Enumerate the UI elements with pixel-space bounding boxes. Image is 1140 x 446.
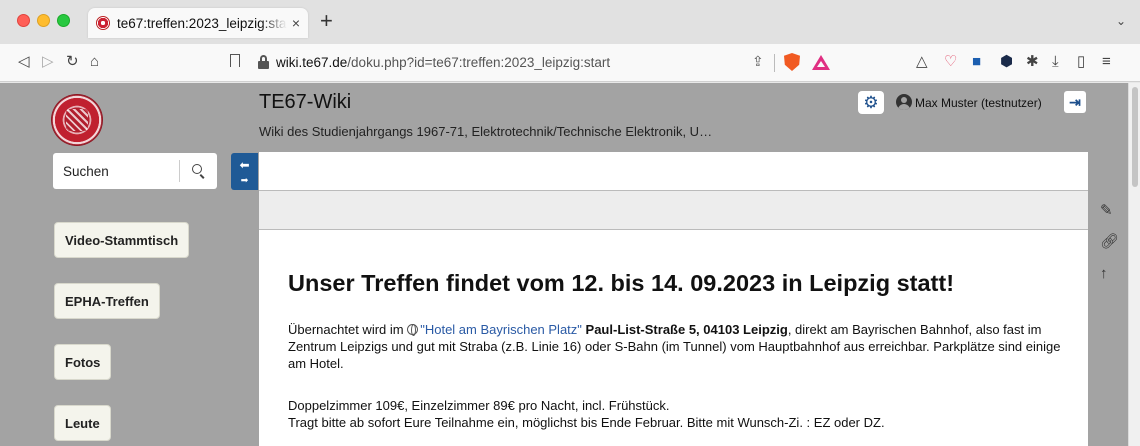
reload-icon[interactable]: ↻ bbox=[66, 53, 79, 71]
site-logo[interactable] bbox=[52, 95, 102, 145]
registration-line: Tragt bitte ab sofort Eure Teilnahme ein… bbox=[288, 415, 885, 430]
back-icon[interactable]: ◁ bbox=[18, 53, 30, 71]
tab-list-chevron-icon[interactable]: ⌄ bbox=[1116, 14, 1126, 28]
address-bar[interactable]: wiki.te67.de/doku.php?id=te67:treffen:20… bbox=[252, 50, 856, 76]
scrollbar-thumb[interactable] bbox=[1132, 87, 1138, 187]
user-name-link[interactable]: Max Muster (testnutzer) bbox=[915, 96, 1042, 110]
edit-pencil-icon[interactable]: ✎ bbox=[1100, 203, 1113, 219]
downloads-icon[interactable]: ⤓ bbox=[1052, 53, 1059, 71]
user-icon bbox=[896, 94, 912, 110]
brave-wallet-icon[interactable]: △ bbox=[916, 53, 928, 71]
search-icon bbox=[192, 164, 206, 179]
arrow-left-icon: ⬅ bbox=[239, 158, 250, 172]
tab-bar: te67:treffen:2023_leipzig:start × + ⌄ bbox=[0, 0, 1140, 44]
search-box bbox=[53, 153, 217, 189]
content-header bbox=[259, 152, 1088, 190]
paragraph-hotel: Übernachtet wird im "Hotel am Bayrischen… bbox=[288, 321, 1068, 372]
page-scrollbar[interactable] bbox=[1128, 83, 1140, 446]
paragraph-prices: Doppelzimmer 109€, Einzelzimmer 89€ pro … bbox=[288, 397, 1068, 431]
site-title[interactable]: TE67-Wiki bbox=[259, 91, 351, 114]
close-window-button[interactable] bbox=[17, 14, 30, 27]
hotel-link[interactable]: "Hotel am Bayrischen Platz" bbox=[420, 322, 582, 337]
globe-icon bbox=[407, 324, 419, 336]
arrow-right-icon: ➡ bbox=[240, 175, 249, 185]
tab-close-icon[interactable]: × bbox=[292, 15, 300, 31]
sidebar-item-video-stammtisch[interactable]: Video-Stammtisch bbox=[54, 222, 190, 258]
share-icon[interactable]: ⇪ bbox=[752, 53, 764, 70]
sidebar-item-leute[interactable]: Leute bbox=[54, 405, 111, 441]
wiki-page: TE67-Wiki Wiki des Studienjahrgangs 1967… bbox=[0, 83, 1128, 446]
brave-rewards-icon[interactable] bbox=[812, 55, 830, 70]
admin-button[interactable]: ⚙ bbox=[858, 91, 884, 114]
page-heading: Unser Treffen findet vom 12. bis 14. 09.… bbox=[288, 270, 955, 296]
extension-blue-icon[interactable]: ■ bbox=[972, 53, 981, 71]
extensions-puzzle-icon[interactable]: ✱ bbox=[1026, 53, 1039, 71]
gear-icon: ⚙ bbox=[863, 93, 879, 112]
menu-icon[interactable]: ≡ bbox=[1102, 53, 1111, 71]
lock-icon bbox=[258, 55, 269, 69]
home-icon[interactable]: ⌂ bbox=[90, 53, 99, 71]
hotel-address: Paul-List-Straße 5, 04103 Leipzig bbox=[585, 322, 788, 337]
minimize-window-button[interactable] bbox=[37, 14, 50, 27]
hotel-intro-text: Übernachtet wird im bbox=[288, 322, 408, 337]
search-divider bbox=[179, 160, 180, 182]
logout-button[interactable]: ⇥ bbox=[1064, 91, 1086, 113]
link-icon[interactable]: 🔗︎ bbox=[1100, 234, 1119, 250]
bookmark-icon[interactable] bbox=[230, 54, 240, 67]
page-content: Unser Treffen findet vom 12. bis 14. 09.… bbox=[259, 230, 1088, 446]
url-path: /doku.php?id=te67:treffen:2023_leipzig:s… bbox=[347, 55, 611, 70]
tab-title: te67:treffen:2023_leipzig:start bbox=[117, 15, 287, 31]
search-input[interactable] bbox=[53, 153, 177, 189]
toolbar-divider bbox=[774, 54, 775, 72]
pocket-icon[interactable]: ♡ bbox=[944, 53, 957, 71]
forward-icon[interactable]: ▷ bbox=[42, 53, 54, 71]
logout-icon: ⇥ bbox=[1069, 93, 1081, 110]
page-toolbar bbox=[259, 190, 1088, 230]
zoom-window-button[interactable] bbox=[57, 14, 70, 27]
sidebar-toggle-icon[interactable]: ▯ bbox=[1077, 53, 1085, 71]
sidebar-item-epha-treffen[interactable]: EPHA-Treffen bbox=[54, 283, 160, 319]
active-tab[interactable]: te67:treffen:2023_leipzig:start × bbox=[88, 8, 308, 38]
sidebar-item-fotos[interactable]: Fotos bbox=[54, 344, 112, 380]
new-tab-button[interactable]: + bbox=[320, 10, 333, 32]
back-to-top-icon[interactable]: ↑ bbox=[1100, 266, 1108, 282]
url-text[interactable]: wiki.te67.de/doku.php?id=te67:treffen:20… bbox=[276, 55, 610, 70]
search-button[interactable] bbox=[181, 153, 217, 189]
extension-shield-icon[interactable]: ⬢ bbox=[1000, 53, 1013, 71]
site-tagline: Wiki des Studienjahrgangs 1967-71, Elekt… bbox=[259, 124, 713, 139]
navigation-bar: ◁ ▷ ↻ ⌂ wiki.te67.de/doku.php?id=te67:tr… bbox=[0, 44, 1140, 82]
sidebar-collapse-button[interactable]: ⬅ ➡ bbox=[231, 153, 258, 190]
prices-line: Doppelzimmer 109€, Einzelzimmer 89€ pro … bbox=[288, 398, 670, 413]
url-domain: wiki.te67.de bbox=[276, 55, 348, 70]
site-favicon-icon bbox=[96, 16, 110, 30]
